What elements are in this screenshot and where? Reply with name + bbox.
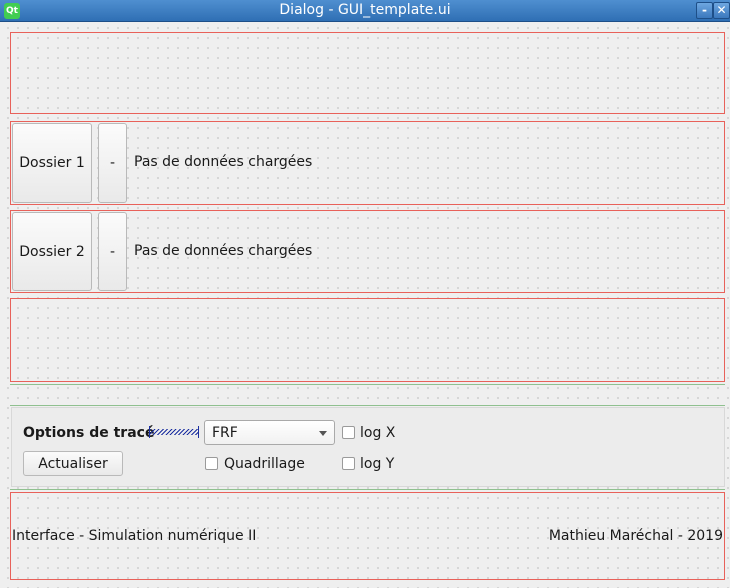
folder1-button[interactable]: Dossier 1 [12,123,92,203]
log-x-label: log X [360,425,396,441]
folder1-status: Pas de données chargées [134,154,313,170]
separator-line-options [10,405,725,406]
horizontal-spacer [149,426,199,438]
grid-checkbox[interactable] [205,457,218,470]
log-x-checkbox[interactable] [342,426,355,439]
folder1-clear-button[interactable]: - [98,123,127,203]
footer-right-text: Mathieu Maréchal - 2019 [548,528,723,544]
plot-type-select[interactable]: FRF [204,420,335,445]
chevron-down-icon [319,431,327,436]
title-bar[interactable]: Qt Dialog - GUI_template.ui - ✕ [0,0,730,22]
minimize-button[interactable]: - [696,2,713,19]
separator-line-top [10,384,725,385]
folder2-button[interactable]: Dossier 2 [12,212,92,291]
grid-label: Quadrillage [224,456,305,472]
log-y-label: log Y [360,456,395,472]
options-title: Options de tracé [23,425,155,441]
refresh-button[interactable]: Actualiser [23,451,123,476]
log-y-checkbox[interactable] [342,457,355,470]
folder2-clear-button[interactable]: - [98,212,127,291]
plot-type-value: FRF [212,425,238,441]
close-button[interactable]: ✕ [713,2,730,19]
top-layout-frame [10,32,725,114]
window-title: Dialog - GUI_template.ui [279,2,451,18]
middle-layout-frame [10,298,725,382]
folder2-status: Pas de données chargées [134,243,313,259]
footer-left-text: Interface - Simulation numérique II [12,528,257,544]
separator-line-bottom [10,489,725,490]
